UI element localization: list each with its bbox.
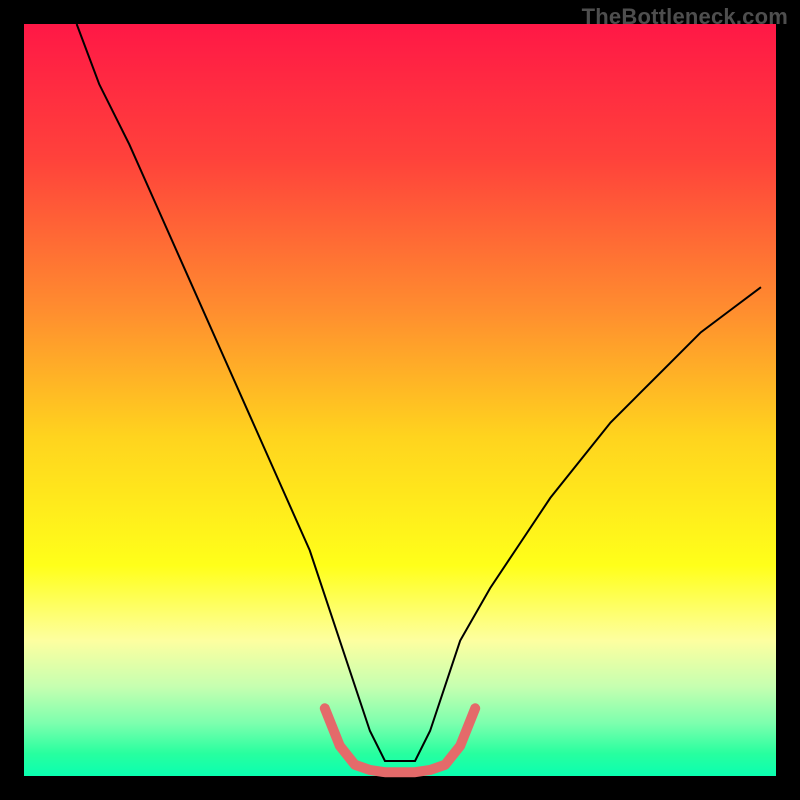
chart-background-gradient [24,24,776,776]
bottleneck-chart [0,0,800,800]
watermark-label: TheBottleneck.com [582,4,788,30]
chart-frame: TheBottleneck.com [0,0,800,800]
